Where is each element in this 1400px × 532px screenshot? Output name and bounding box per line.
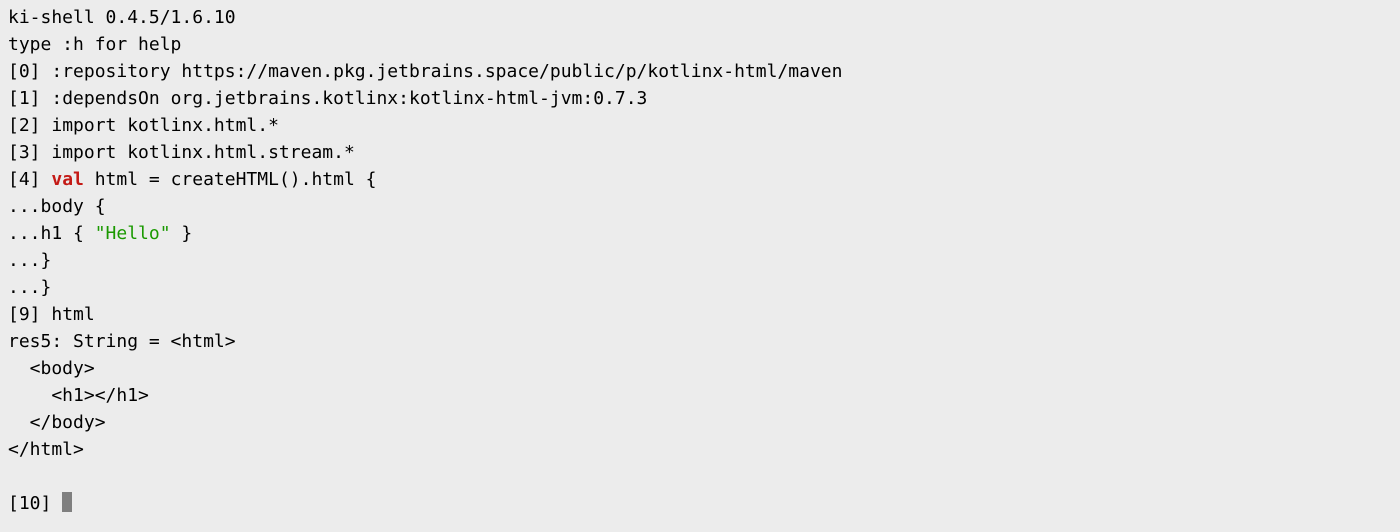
line-post: } [171, 223, 193, 244]
repl-line-9: [9] html [0, 301, 1400, 328]
line-command: import kotlinx.html.stream.* [51, 142, 354, 163]
cursor[interactable] [62, 492, 72, 512]
line-prefix: [4] [8, 169, 51, 190]
result-line-2: <body> [0, 355, 1400, 382]
line-prefix: [1] [8, 88, 51, 109]
line-prefix: ... [8, 250, 41, 271]
repl-line-cont-5: ...body { [0, 193, 1400, 220]
result-line-5: </html> [0, 436, 1400, 463]
result-line-1: res5: String = <html> [0, 328, 1400, 355]
line-prefix: [9] [8, 304, 51, 325]
line-pre: h1 { [41, 223, 95, 244]
keyword-val: val [51, 169, 84, 190]
repl-line-cont-6: ...h1 { "Hello" } [0, 220, 1400, 247]
line-command: } [41, 250, 52, 271]
prompt-prefix: [10] [8, 493, 62, 514]
line-command: :dependsOn org.jetbrains.kotlinx:kotlinx… [51, 88, 647, 109]
line-prefix: [2] [8, 115, 51, 136]
line-command: :repository https://maven.pkg.jetbrains.… [51, 61, 842, 82]
line-command: import kotlinx.html.* [51, 115, 279, 136]
line-prefix: [0] [8, 61, 51, 82]
string-literal: "Hello" [95, 223, 171, 244]
line-prefix: ... [8, 223, 41, 244]
line-prefix: ... [8, 277, 41, 298]
line-rest: html = createHTML().html { [84, 169, 377, 190]
repl-line-cont-7: ...} [0, 247, 1400, 274]
blank-line [0, 463, 1400, 490]
line-command: body { [41, 196, 106, 217]
result-line-4: </body> [0, 409, 1400, 436]
line-command: html [51, 304, 94, 325]
repl-line-1: [1] :dependsOn org.jetbrains.kotlinx:kot… [0, 85, 1400, 112]
line-command: } [41, 277, 52, 298]
line-prefix: [3] [8, 142, 51, 163]
repl-line-cont-8: ...} [0, 274, 1400, 301]
result-line-3: <h1></h1> [0, 382, 1400, 409]
shell-version: ki-shell 0.4.5/1.6.10 [0, 4, 1400, 31]
prompt-line[interactable]: [10] [0, 490, 1400, 517]
repl-line-2: [2] import kotlinx.html.* [0, 112, 1400, 139]
help-hint: type :h for help [0, 31, 1400, 58]
repl-line-4: [4] val html = createHTML().html { [0, 166, 1400, 193]
repl-line-3: [3] import kotlinx.html.stream.* [0, 139, 1400, 166]
line-prefix: ... [8, 196, 41, 217]
repl-line-0: [0] :repository https://maven.pkg.jetbra… [0, 58, 1400, 85]
